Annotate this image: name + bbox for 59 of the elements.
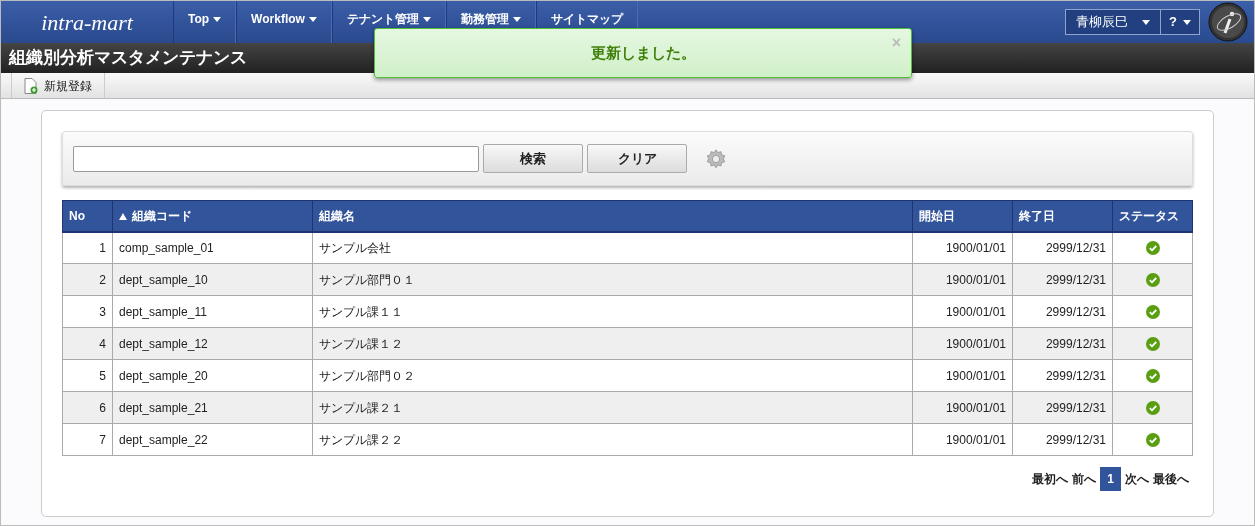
column-header[interactable]: 組織コード (132, 208, 192, 223)
table-cell: 4 (62, 327, 113, 360)
table-cell: サンプル課１１ (312, 295, 913, 328)
table-cell: サンプル部門０２ (312, 359, 913, 392)
logo[interactable]: intra-mart (41, 5, 133, 39)
help-menu-button[interactable]: ? (1160, 10, 1199, 34)
search-panel-button[interactable]: クリア (587, 144, 687, 173)
last-page-link[interactable]: 最後へ (1153, 470, 1189, 488)
table-cell: 2999/12/31 (1012, 423, 1113, 456)
table-cell: 2999/12/31 (1012, 295, 1113, 328)
table-cell: 1900/01/01 (912, 359, 1013, 392)
table-cell: サンプル会社 (312, 231, 913, 264)
table-cell: dept_sample_22 (112, 423, 313, 456)
table-cell: 1900/01/01 (912, 423, 1013, 456)
table-cell: dept_sample_10 (112, 263, 313, 296)
table-cell: dept_sample_20 (112, 359, 313, 392)
table-cell: 7 (62, 423, 113, 456)
column-header[interactable]: No (69, 208, 85, 223)
column-header[interactable]: 開始日 (919, 208, 955, 223)
settings-icon[interactable] (705, 147, 727, 170)
notification-message: 更新しました。 (590, 42, 696, 63)
new-entry-button[interactable]: 新規登録 (11, 73, 105, 98)
table-cell: 2999/12/31 (1012, 359, 1113, 392)
page-title: 組織別分析マスタメンテナンス (9, 47, 247, 70)
table-cell: 1900/01/01 (912, 263, 1013, 296)
table-cell: 2999/12/31 (1012, 327, 1113, 360)
table-cell: 5 (62, 359, 113, 392)
previous-page-link[interactable]: 前へ (1072, 470, 1097, 488)
table-cell: 2 (62, 263, 113, 296)
table-cell: dept_sample_11 (112, 295, 313, 328)
table-cell: 1900/01/01 (912, 391, 1013, 424)
table-cell: サンプル部門０１ (312, 263, 913, 296)
table-cell: 2999/12/31 (1012, 391, 1113, 424)
search-panel-button[interactable]: 検索 (483, 144, 583, 173)
next-page-link[interactable]: 次へ (1125, 470, 1149, 488)
table-cell: 1 (62, 231, 113, 264)
table-cell: 2999/12/31 (1012, 231, 1113, 264)
caret-icon (1183, 19, 1191, 25)
table-cell: dept_sample_21 (112, 391, 313, 424)
table-cell: comp_sample_01 (112, 231, 313, 264)
table-cell: 6 (62, 391, 113, 424)
column-header[interactable]: 組織名 (319, 208, 355, 223)
add-document-icon (24, 77, 38, 94)
table-cell: 1900/01/01 (912, 231, 1013, 264)
search-field[interactable] (73, 145, 479, 172)
table-cell: サンプル課２１ (312, 391, 913, 424)
table-cell: サンプル課１２ (312, 327, 913, 360)
first-page-link[interactable]: 最初へ (1032, 470, 1069, 488)
table-cell: 2999/12/31 (1012, 263, 1113, 296)
caret-icon (1142, 19, 1151, 25)
user-menu-button[interactable]: 青柳辰巳 (1066, 10, 1161, 34)
table-cell: サンプル課２２ (312, 423, 913, 456)
table-cell: 1900/01/01 (912, 295, 1013, 328)
table-cell: 1900/01/01 (912, 327, 1013, 360)
table-cell: 3 (62, 295, 113, 328)
logo-icon[interactable] (1208, 2, 1248, 42)
column-header[interactable]: 終了日 (1019, 208, 1055, 223)
table-cell: dept_sample_12 (112, 327, 313, 360)
page-number-link[interactable]: 1 (1100, 467, 1121, 491)
